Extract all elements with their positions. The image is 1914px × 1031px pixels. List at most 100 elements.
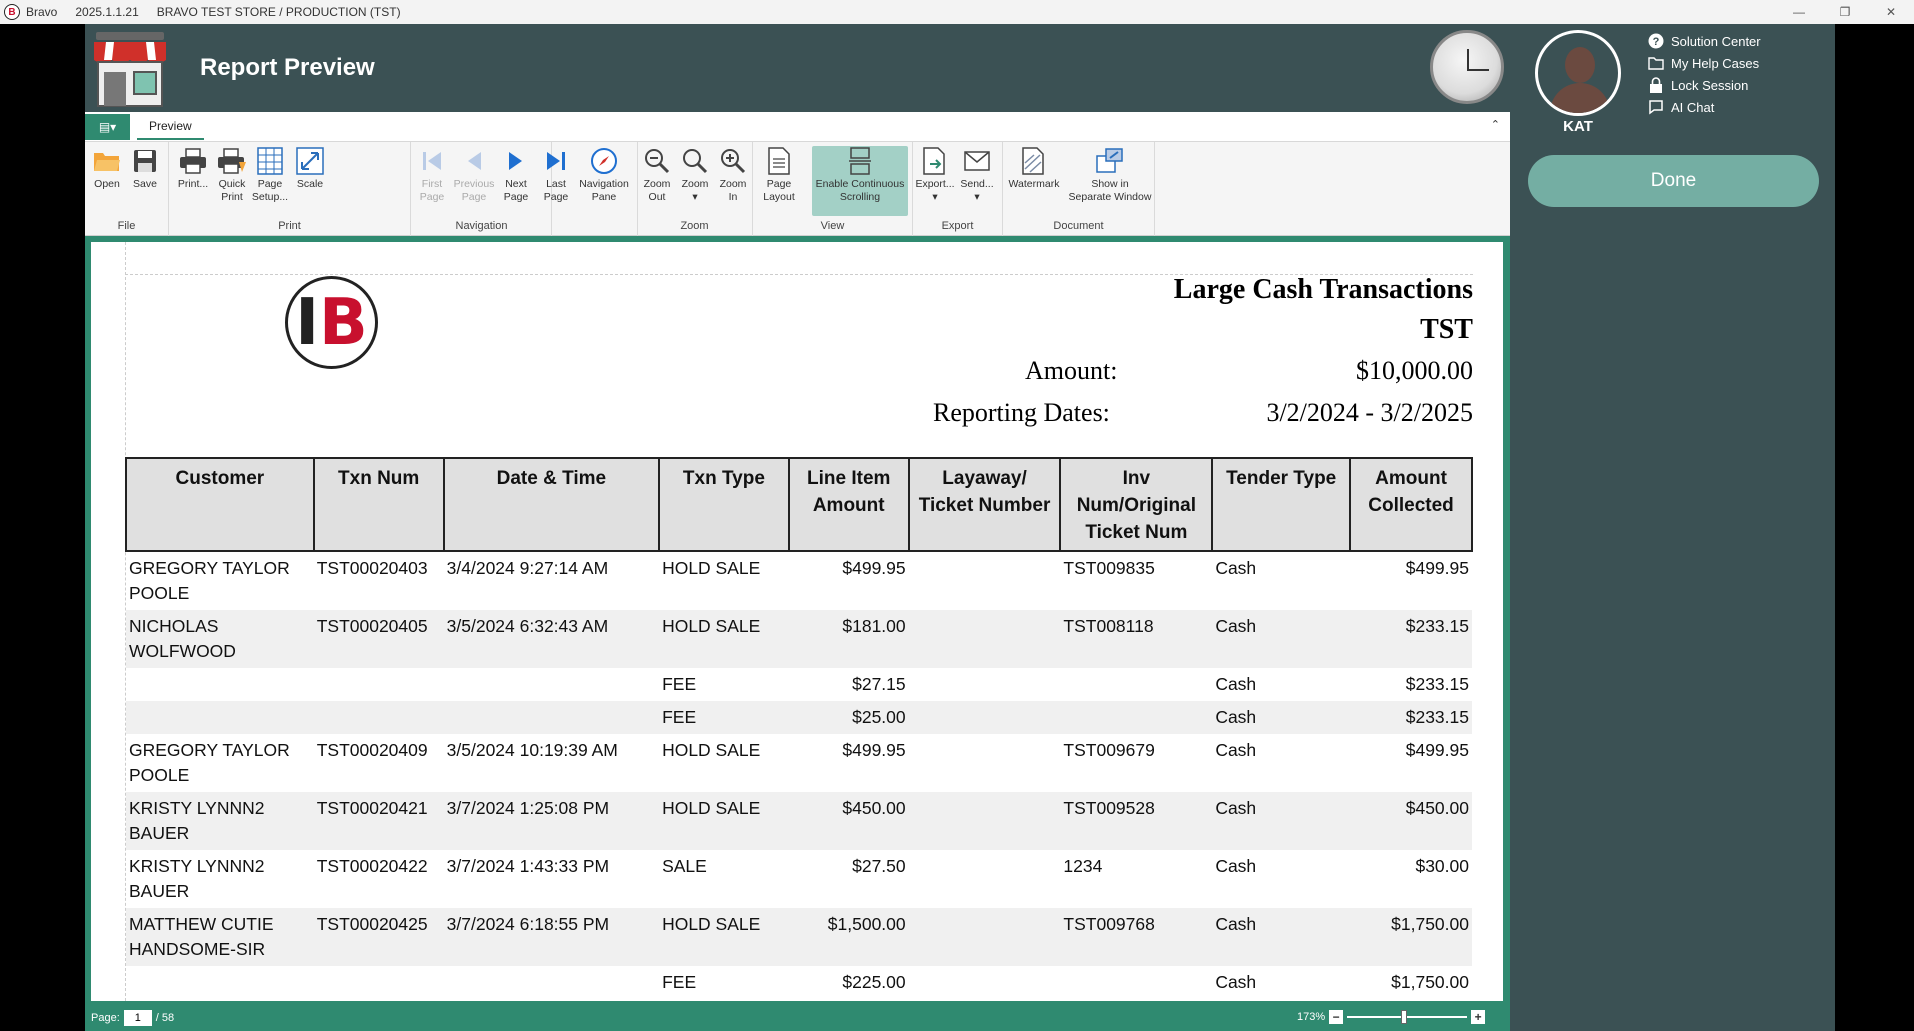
export-dropdown-icon: ▾: [932, 191, 938, 203]
txn-type-cell: FEE: [659, 701, 789, 734]
restore-icon[interactable]: ❐: [1822, 0, 1868, 24]
amount-collected-cell: $499.95: [1405, 740, 1469, 760]
zoom-minus-button[interactable]: −: [1329, 1010, 1344, 1024]
txn-type-cell: FEE: [662, 972, 697, 992]
user-avatar[interactable]: [1535, 30, 1621, 116]
zoom-slider-thumb[interactable]: [1401, 1010, 1408, 1024]
document-area[interactable]: IB Large Cash Transactions TST Amount: $…: [85, 236, 1510, 1001]
zoom-plus-button[interactable]: +: [1471, 1010, 1486, 1024]
save-icon: [130, 146, 160, 176]
column-header: Inv Num/Original Ticket Num: [1059, 457, 1214, 552]
page-number-input[interactable]: 1: [123, 1010, 152, 1026]
previous-page-button[interactable]: Previous Page: [454, 146, 494, 204]
zoom-out-button[interactable]: Zoom Out: [637, 146, 677, 204]
amount-collected-cell: $1,750.00: [1391, 972, 1469, 992]
file-menu-button[interactable]: ▤▾: [85, 114, 130, 140]
table-row: GREGORY TAYLOR POOLE TST00020409 3/5/2024 …: [126, 734, 1472, 792]
store-icon[interactable]: [90, 32, 170, 108]
zoom-level: 173%: [1297, 1011, 1326, 1023]
date-cell: 3/5/2024 10:19:39 AM: [446, 740, 618, 760]
amount-collected-cell: $1,750.00: [1350, 908, 1472, 966]
continuous-scrolling-button[interactable]: Enable Continuous Scrolling: [812, 146, 908, 216]
chat-icon: [1648, 99, 1664, 115]
inv-num-cell: 1234: [1063, 856, 1103, 876]
user-name: KAT: [1563, 118, 1593, 135]
tender-cell: Cash: [1212, 701, 1351, 734]
tender-cell: Cash: [1215, 856, 1257, 876]
close-icon[interactable]: ✕: [1868, 0, 1914, 24]
table-row: MATTHEW CUTIE HANDSOME-SIR TST00020425 3/7…: [126, 908, 1472, 966]
txn-num-cell: TST00020403: [316, 558, 428, 578]
help-cases-link[interactable]: My Help Cases: [1648, 52, 1761, 74]
previous-page-icon: [459, 146, 489, 176]
done-button[interactable]: Done: [1528, 155, 1819, 207]
txn-num-cell: [313, 701, 444, 734]
last-page-button[interactable]: Last Page: [536, 146, 576, 204]
header: Report Preview KAT ? Solution Center My …: [85, 24, 1835, 135]
txn-type-cell: SALE: [662, 856, 707, 876]
solution-center-link[interactable]: ? Solution Center: [1648, 30, 1761, 52]
quick-print-button[interactable]: Quick Print: [212, 146, 252, 204]
clock-icon: [1430, 30, 1504, 104]
date-cell: 3/5/2024 6:32:43 AM: [443, 610, 660, 668]
report-title: Large Cash Transactions: [1173, 274, 1473, 305]
open-button[interactable]: Open: [87, 146, 127, 191]
lock-session-link[interactable]: Lock Session: [1648, 74, 1761, 96]
amount-collected-cell: $499.95: [1405, 558, 1469, 578]
print-button[interactable]: Print...: [173, 146, 213, 191]
table-row: KRISTY LYNNN2 BAUER TST00020421 3/7/2024 1…: [126, 792, 1472, 850]
separate-window-button[interactable]: Show in Separate Window: [1067, 146, 1153, 204]
layaway-cell: [909, 668, 1061, 701]
navigation-pane-button[interactable]: Navigation Pane: [578, 146, 630, 204]
send-dropdown-icon: ▾: [974, 191, 980, 203]
line-amount-cell: $181.00: [788, 610, 909, 668]
status-bar: Page: 1 / 58 173% − +: [85, 1001, 1510, 1031]
txn-num-cell: TST00020421: [313, 792, 444, 850]
table-row: KRISTY LYNNN2 BAUER TST00020422 3/7/2024 1…: [126, 850, 1472, 908]
send-button[interactable]: Send... ▾: [957, 146, 997, 204]
compass-icon: [589, 146, 619, 176]
table-row: FEE $25.00 Cash $233.15: [126, 701, 1472, 734]
date-cell: 3/4/2024 9:27:14 AM: [446, 558, 609, 578]
zoom-out-icon: [642, 146, 672, 176]
txn-num-cell: [314, 966, 444, 999]
scale-button[interactable]: Scale: [290, 146, 330, 191]
export-button[interactable]: Export... ▾: [915, 146, 955, 204]
watermark-button[interactable]: Watermark: [1005, 146, 1063, 191]
page-layout-icon: [764, 146, 794, 176]
minimize-icon[interactable]: —: [1776, 0, 1822, 24]
txn-type-cell: FEE: [662, 674, 697, 694]
collapse-ribbon-icon[interactable]: ⌃: [1491, 118, 1500, 131]
zoom-button[interactable]: Zoom ▾: [675, 146, 715, 204]
date-cell: 3/7/2024 1:25:08 PM: [443, 792, 660, 850]
page-layout-button[interactable]: Page Layout: [757, 146, 801, 204]
next-page-button[interactable]: Next Page: [496, 146, 536, 204]
save-button[interactable]: Save: [125, 146, 165, 191]
first-page-icon: [417, 146, 447, 176]
page-setup-button[interactable]: Page Setup...: [250, 146, 290, 204]
export-icon: [920, 146, 950, 176]
customer-cell: KRISTY LYNNN2 BAUER: [129, 856, 265, 901]
amount-collected-cell: $450.00: [1350, 792, 1472, 850]
tab-preview[interactable]: Preview: [137, 114, 204, 140]
ai-chat-link[interactable]: AI Chat: [1648, 96, 1761, 118]
amount-collected-cell: $30.00: [1415, 856, 1469, 876]
ribbon-tabs: ▤▾ Preview ⌃: [85, 112, 1510, 142]
app-window: Report Preview KAT ? Solution Center My …: [85, 24, 1835, 1031]
line-amount-cell: $499.95: [842, 740, 906, 760]
line-amount-cell: $225.00: [842, 972, 906, 992]
column-header: Layaway/ Ticket Number: [907, 457, 1062, 552]
zoom-slider[interactable]: [1347, 1010, 1468, 1024]
zoom-in-button[interactable]: Zoom In: [713, 146, 753, 204]
line-amount-cell: $25.00: [788, 701, 909, 734]
bravo-logo: IB: [285, 276, 378, 369]
report-preview-window: ▤▾ Preview ⌃ Open Save File Print... Qui…: [85, 112, 1510, 1031]
layaway-cell: [909, 551, 1061, 610]
first-page-button[interactable]: First Page: [412, 146, 452, 204]
table-row: GREGORY TAYLOR POOLE TST00020403 3/4/2024 …: [126, 551, 1472, 610]
amount-value: $10,000.00: [1356, 356, 1473, 385]
app-name: Bravo: [26, 5, 58, 19]
line-amount-cell: $1,500.00: [788, 908, 909, 966]
page-total: / 58: [155, 1012, 175, 1024]
scale-icon: [295, 146, 325, 176]
